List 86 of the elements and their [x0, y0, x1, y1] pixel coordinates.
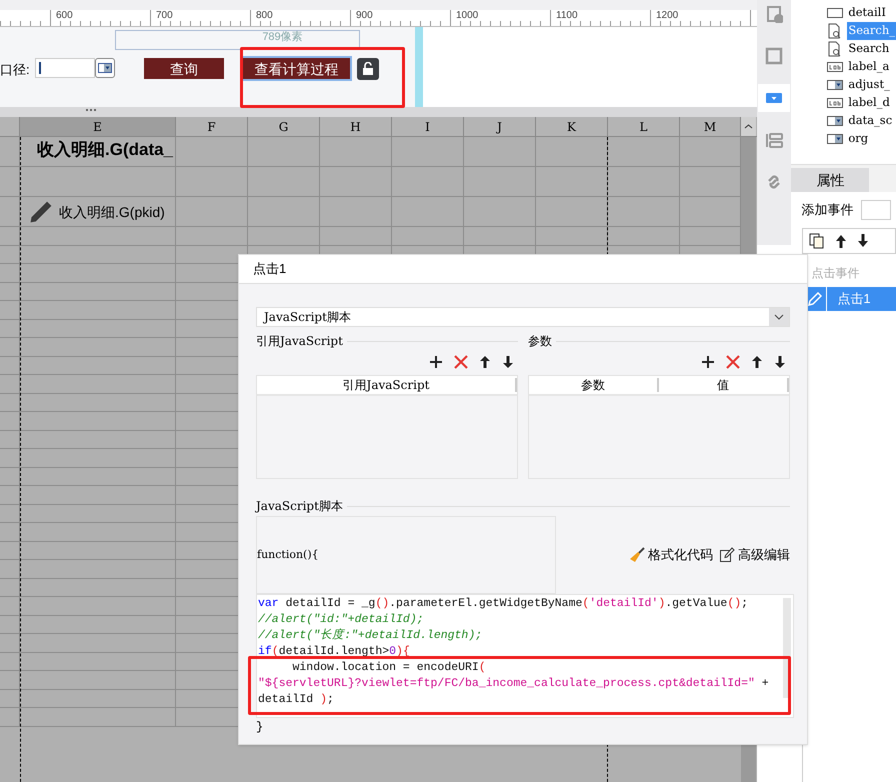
toolbar-button[interactable]: 格式化代码	[629, 545, 713, 565]
arrow-up-icon[interactable]	[479, 355, 491, 369]
column-header[interactable]: M	[680, 117, 741, 136]
column-header[interactable]: L	[608, 117, 680, 136]
ruler-label: 800	[256, 11, 273, 21]
code-editor[interactable]	[256, 594, 794, 718]
layout-icon	[765, 131, 784, 149]
splitter[interactable]	[0, 107, 757, 117]
tree-item[interactable]: Search	[847, 40, 890, 58]
tree-item[interactable]: org	[847, 130, 870, 148]
add-icon[interactable]	[701, 355, 715, 369]
copy-icon[interactable]	[809, 233, 826, 249]
text-field[interactable]	[35, 58, 95, 78]
text-box-icon	[827, 5, 844, 21]
cell-text: 收入明细.G(pkid)	[59, 203, 165, 222]
ruler-label: 600	[56, 11, 73, 21]
lock-button[interactable]	[357, 58, 379, 80]
event-group-label: 点击事件	[810, 265, 860, 282]
code-line: var detailId = _g().parameterEl.getWidgetByName('detailId').getValue();	[257, 596, 750, 612]
arrow-down-icon[interactable]	[857, 233, 870, 249]
frame-icon	[765, 47, 784, 65]
chevron-up-icon	[744, 124, 753, 129]
ruler-label: 1000	[456, 11, 478, 21]
tree-item[interactable]: adjust_	[847, 76, 891, 94]
combo-icon	[98, 63, 112, 73]
column-header[interactable]: 值	[659, 378, 789, 392]
ruler-label: 700	[156, 11, 173, 21]
code-line: window.location = encodeURI(	[292, 660, 487, 676]
code-line: detailId );	[257, 692, 335, 708]
label-widget-icon	[827, 95, 844, 111]
properties-tab[interactable]: 属性	[791, 168, 870, 192]
broom-icon	[629, 547, 645, 563]
arrow-down-icon[interactable]	[502, 355, 514, 369]
column-header[interactable]: J	[464, 117, 536, 136]
tree-item[interactable]: data_sc	[847, 112, 894, 130]
dialog-title: 点击1	[253, 260, 286, 278]
field-label: 口径:	[0, 61, 30, 79]
column-header[interactable]: E	[20, 117, 176, 136]
dropdown-widget-icon	[827, 77, 844, 93]
tree-item[interactable]: label_a	[847, 58, 890, 76]
toolbar-button[interactable]: 高级编辑	[719, 545, 790, 565]
ruler-label: 1200	[656, 11, 678, 21]
dropdown-widget-icon	[827, 131, 844, 147]
button[interactable]: 查看计算过程	[243, 58, 350, 79]
delete-icon[interactable]	[454, 355, 468, 369]
ruler-label: 1100	[556, 11, 578, 21]
edit-icon	[719, 547, 735, 563]
unlock-icon	[362, 62, 374, 76]
column-header[interactable]: 参数	[529, 378, 659, 392]
tree-item[interactable]: label_d	[847, 94, 891, 112]
column-header[interactable]: K	[536, 117, 608, 136]
dropdown-widget-icon	[827, 113, 844, 129]
function-header: function(){	[257, 546, 319, 563]
event-type-field[interactable]	[861, 200, 892, 220]
sheet-cell[interactable]: 收入明细.G(data_	[20, 137, 176, 166]
section-title: JavaScript脚本	[256, 498, 344, 515]
column-header[interactable]: G	[248, 117, 320, 136]
code-closing-brace: }	[256, 719, 264, 736]
chevron-down-icon	[774, 314, 784, 320]
section-title: 引用JavaScript	[256, 333, 344, 350]
arrow-up-icon[interactable]	[751, 355, 763, 369]
action-type-select[interactable]: JavaScript脚本	[256, 307, 790, 327]
column-header[interactable]: H	[320, 117, 392, 136]
tree-item[interactable]: detailI	[847, 4, 887, 22]
delete-icon[interactable]	[726, 355, 740, 369]
dropdown-button[interactable]	[95, 58, 115, 78]
sheet-cell[interactable]: 收入明细.G(pkid)	[20, 197, 176, 226]
tool-button[interactable]	[758, 84, 790, 112]
code-line: //alert("长度:"+detailId.length);	[257, 628, 484, 644]
column-header[interactable]: I	[392, 117, 464, 136]
code-line: //alert("id:"+detailId);	[257, 612, 425, 628]
width-label: 789像素	[261, 31, 303, 45]
add-event-label: 添加事件	[801, 201, 854, 220]
widget-info-icon	[765, 5, 784, 23]
section-title: 参数	[528, 333, 553, 350]
arrow-down-icon[interactable]	[774, 355, 786, 369]
column-header[interactable]: F	[176, 117, 248, 136]
code-line: "${servletURL}?viewlet=ftp/FC/ba_income_calculate_process.cpt&detailId=" +	[257, 676, 770, 692]
arrow-up-icon[interactable]	[835, 233, 848, 249]
add-icon[interactable]	[429, 355, 443, 369]
scroll-up-button[interactable]	[741, 117, 756, 136]
button[interactable]: 查询	[144, 58, 224, 79]
ruler-label: 900	[356, 11, 373, 21]
pencil-icon	[28, 199, 54, 225]
cell-text: 收入明细.G(data_	[37, 139, 174, 161]
label-widget-icon	[827, 59, 844, 75]
